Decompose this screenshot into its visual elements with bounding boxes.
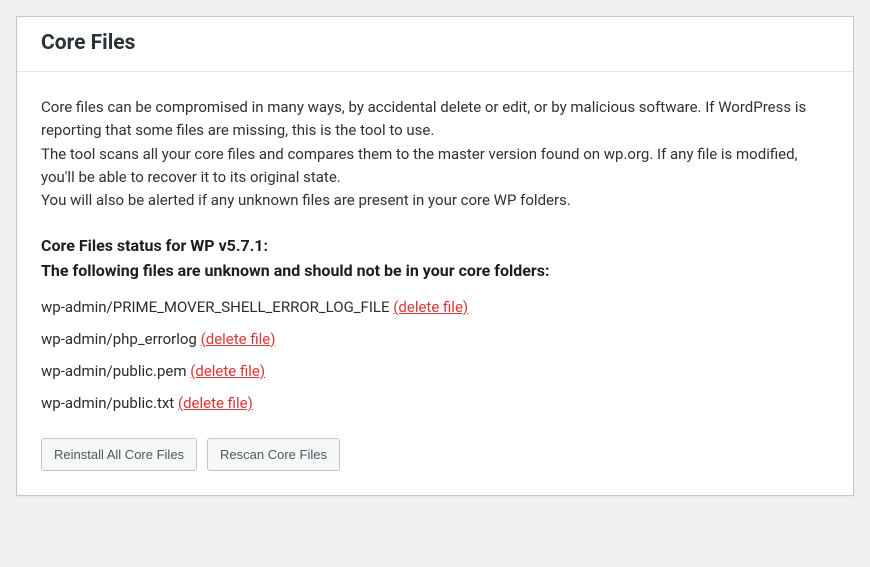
list-item: wp-admin/public.txt (delete file) bbox=[41, 394, 829, 412]
file-path: wp-admin/php_errorlog bbox=[41, 330, 197, 348]
file-path: wp-admin/public.txt bbox=[41, 394, 174, 412]
description-line-2: The tool scans all your core files and c… bbox=[41, 145, 798, 186]
reinstall-all-core-files-button[interactable]: Reinstall All Core Files bbox=[41, 438, 197, 472]
list-item: wp-admin/php_errorlog (delete file) bbox=[41, 330, 829, 348]
panel-title: Core Files bbox=[41, 31, 829, 55]
delete-file-link[interactable]: (delete file) bbox=[393, 298, 468, 316]
description-line-3: You will also be alerted if any unknown … bbox=[41, 191, 571, 209]
status-heading-line-1: Core Files status for WP v5.7.1: bbox=[41, 236, 268, 255]
delete-file-link[interactable]: (delete file) bbox=[178, 394, 253, 412]
core-files-panel: Core Files Core files can be compromised… bbox=[16, 16, 854, 496]
description-line-1: Core files can be compromised in many wa… bbox=[41, 98, 806, 139]
status-heading-line-2: The following files are unknown and shou… bbox=[41, 261, 550, 280]
unknown-files-list: wp-admin/PRIME_MOVER_SHELL_ERROR_LOG_FIL… bbox=[41, 298, 829, 412]
list-item: wp-admin/PRIME_MOVER_SHELL_ERROR_LOG_FIL… bbox=[41, 298, 829, 316]
button-row: Reinstall All Core Files Rescan Core Fil… bbox=[41, 438, 829, 472]
file-path: wp-admin/public.pem bbox=[41, 362, 186, 380]
rescan-core-files-button[interactable]: Rescan Core Files bbox=[207, 438, 340, 472]
delete-file-link[interactable]: (delete file) bbox=[201, 330, 276, 348]
panel-description: Core files can be compromised in many wa… bbox=[41, 96, 829, 212]
panel-header: Core Files bbox=[17, 17, 853, 72]
status-heading: Core Files status for WP v5.7.1: The fol… bbox=[41, 234, 829, 284]
delete-file-link[interactable]: (delete file) bbox=[190, 362, 265, 380]
list-item: wp-admin/public.pem (delete file) bbox=[41, 362, 829, 380]
file-path: wp-admin/PRIME_MOVER_SHELL_ERROR_LOG_FIL… bbox=[41, 298, 390, 316]
panel-body: Core files can be compromised in many wa… bbox=[17, 72, 853, 495]
